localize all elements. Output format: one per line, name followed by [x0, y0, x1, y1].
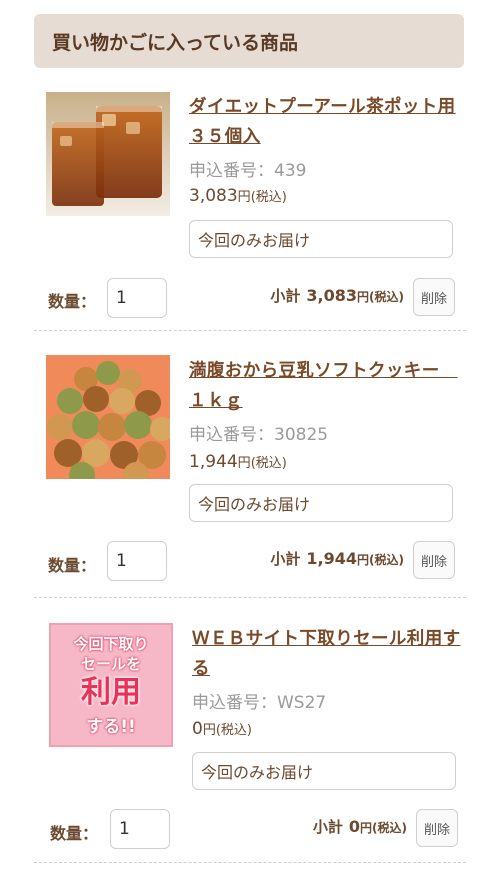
subtotal-label: 小計 [312, 818, 343, 836]
product-price: 0円(税込) [192, 719, 252, 739]
qty-value: 1 [119, 819, 130, 839]
cart-header: 買い物かごに入っている商品 [34, 14, 464, 68]
subtotal-amount: 3,083円(税込) [306, 286, 404, 305]
code-prefix: 申込番号： [189, 161, 274, 181]
yen-label: 円 [237, 456, 251, 471]
delete-button[interactable]: 削除 [413, 541, 455, 579]
tax-label: (税込) [369, 553, 404, 567]
promo-line3: する!! [86, 716, 136, 737]
trade-in-banner-image[interactable]: 今回下取り セールを 利用 する!! [49, 623, 173, 747]
tax-label: (税込) [215, 723, 252, 738]
product-price: 3,083円(税込) [189, 186, 287, 206]
qty-value: 1 [116, 551, 127, 571]
yen-label: 円 [360, 821, 373, 835]
tax-label: (税込) [372, 821, 407, 835]
subtotal-value: 0 [348, 817, 360, 836]
divider [34, 330, 466, 331]
promo-line1: 今回下取り [73, 634, 149, 653]
delivery-value: 今回のみお届け [198, 495, 311, 514]
subtotal-label: 小計 [270, 287, 301, 305]
subtotal: 小計 0円(税込) [313, 816, 407, 837]
cookies-image[interactable] [46, 355, 170, 479]
qty-value: 1 [116, 288, 127, 308]
price-value: 3,083 [189, 186, 238, 206]
qty-label: 数量： [48, 292, 97, 311]
tax-label: (税込) [369, 290, 404, 304]
product-title-link[interactable]: 満腹おから豆乳ソフトクッキー １ｋｇ [189, 356, 464, 416]
price-value: 1,944 [189, 452, 238, 472]
delivery-select[interactable]: 今回のみお届け [192, 752, 456, 790]
qty-input[interactable]: 1 [107, 541, 167, 581]
subtotal: 小計 1,944円(税込) [270, 548, 404, 569]
product-code: 申込番号：439 [189, 156, 306, 181]
tax-label: (税込) [250, 456, 287, 471]
yen-label: 円 [237, 190, 251, 205]
delete-button[interactable]: 削除 [416, 809, 458, 847]
qty-label: 数量： [50, 824, 99, 843]
product-code: 申込番号：30825 [189, 420, 328, 445]
qty-label: 数量： [48, 556, 97, 575]
tea-glass-image[interactable] [46, 92, 170, 216]
delivery-value: 今回のみお届け [201, 763, 314, 782]
product-title-link[interactable]: ダイエットプーアール茶ポット用３５個入 [189, 92, 464, 152]
divider [34, 597, 466, 598]
code-value: 439 [274, 161, 307, 181]
qty-input[interactable]: 1 [110, 809, 170, 849]
promo-line2: 利用 [81, 674, 141, 710]
delivery-value: 今回のみお届け [198, 231, 311, 250]
divider [34, 862, 466, 863]
subtotal-value: 3,083 [306, 286, 357, 305]
price-value: 0 [192, 719, 203, 739]
tax-label: (税込) [250, 190, 287, 205]
yen-label: 円 [357, 290, 370, 304]
product-title-link[interactable]: ＷＥＢサイト下取りセール利用する [192, 624, 467, 684]
subtotal-value: 1,944 [306, 549, 357, 568]
subtotal-amount: 1,944円(税込) [306, 549, 404, 568]
subtotal: 小計 3,083円(税込) [270, 285, 404, 306]
delivery-select[interactable]: 今回のみお届け [189, 484, 453, 522]
subtotal-label: 小計 [270, 550, 301, 568]
promo-line1b: セールを [80, 654, 141, 673]
delivery-select[interactable]: 今回のみお届け [189, 220, 453, 258]
yen-label: 円 [357, 553, 370, 567]
yen-label: 円 [202, 723, 216, 738]
product-price: 1,944円(税込) [189, 452, 287, 472]
cart-header-title: 買い物かごに入っている商品 [52, 31, 299, 54]
code-value: 30825 [274, 425, 329, 445]
code-value: WS27 [277, 693, 327, 713]
code-prefix: 申込番号： [192, 693, 277, 713]
product-code: 申込番号：WS27 [192, 688, 326, 713]
qty-input[interactable]: 1 [107, 278, 167, 318]
delete-button[interactable]: 削除 [413, 278, 455, 316]
code-prefix: 申込番号： [189, 425, 274, 445]
subtotal-amount: 0円(税込) [349, 817, 407, 836]
